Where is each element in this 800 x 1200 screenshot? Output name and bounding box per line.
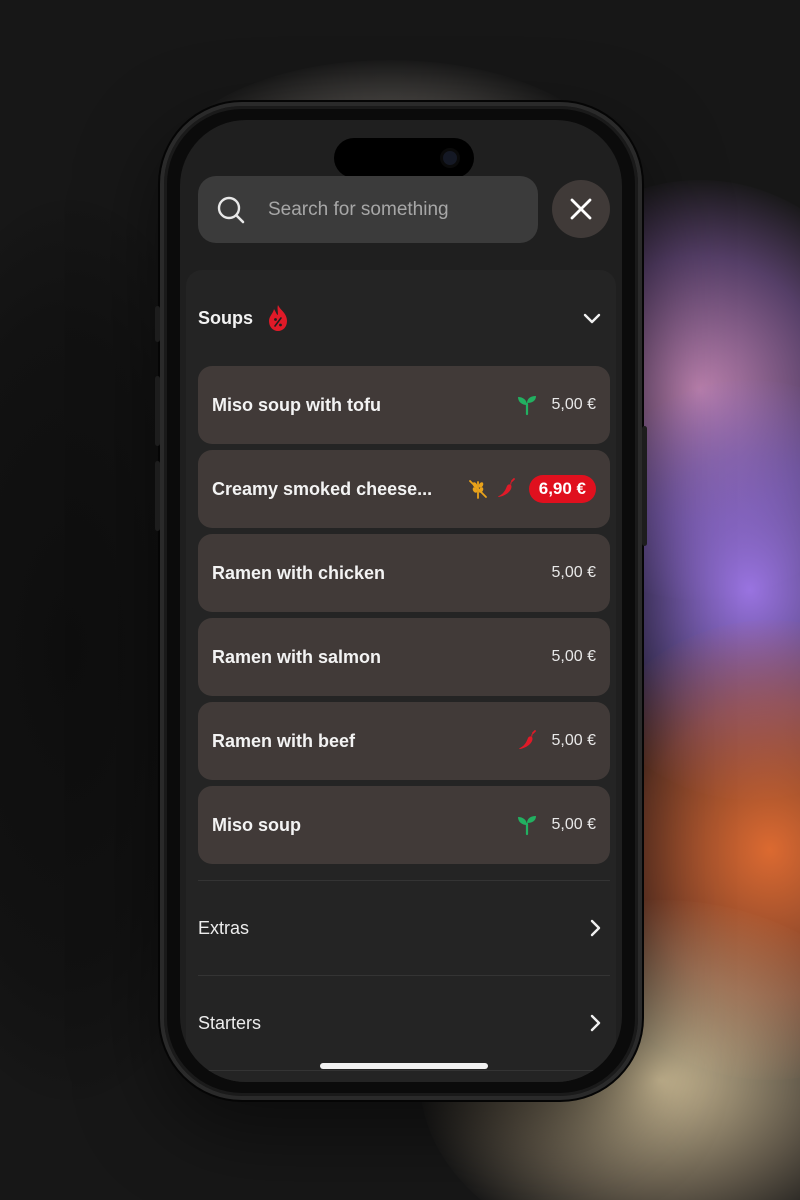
phone-volume-up [155,376,160,446]
sprout-icon [517,816,536,836]
fire-icon [269,305,288,331]
menu-item[interactable]: Miso soup with tofu 5,00 € [198,366,610,444]
menu-item-name: Miso soup with tofu [212,394,381,415]
sprout-icon [517,396,536,416]
menu-item[interactable]: Miso soup 5,00 € [198,786,610,864]
menu-item-price: 5,00 € [551,396,596,413]
section-title: Soups [198,307,254,328]
menu-item-name: Ramen with chicken [212,562,386,583]
divider [198,1070,610,1071]
phone-action-button [155,306,160,342]
category-row-extras[interactable]: Extras [198,898,610,958]
menu-item-name: Miso soup [212,814,301,835]
menu-item-name: Ramen with salmon [212,646,382,667]
menu-item-name: Creamy smoked cheese... [212,478,433,499]
menu-item[interactable]: Ramen with beef 5,00 € [198,702,610,780]
chevron-right-icon [590,919,601,937]
gluten-free-icon [468,480,487,499]
close-icon [570,198,592,220]
close-search-button[interactable] [552,180,610,238]
chili-icon [497,478,515,497]
search-input[interactable] [268,198,518,221]
chevron-down-icon[interactable] [582,308,602,328]
home-indicator[interactable] [320,1063,488,1069]
dynamic-island [334,138,474,178]
search-bar[interactable] [198,176,538,243]
menu-item-price-badge: 6,90 € [528,475,596,503]
phone-volume-down [155,461,160,531]
menu-item-price: 5,00 € [551,564,596,581]
menu-panel: Soups Miso soup with tofu 5,00 € Creamy … [186,270,616,1082]
phone-screen: Soups Miso soup with tofu [180,120,622,1082]
divider [198,975,610,976]
chili-icon [518,730,536,749]
category-label: Starters [198,1012,262,1033]
menu-item-price: 5,00 € [551,732,596,749]
category-row-starters[interactable]: Starters [198,993,610,1053]
phone-frame: Soups Miso soup with tofu [155,102,647,1100]
search-icon [217,196,245,223]
menu-item-price: 5,00 € [551,648,596,665]
chevron-right-icon [590,1014,601,1032]
divider [198,880,610,881]
camera-lens [440,148,460,168]
menu-item[interactable]: Ramen with chicken 5,00 € [198,534,610,612]
menu-item[interactable]: Creamy smoked cheese... 6,90 € [198,450,610,528]
section-header-soups[interactable]: Soups [198,292,608,344]
phone-power-button [642,426,647,546]
menu-item-price: 5,00 € [551,816,596,833]
category-label: Extras [198,917,250,938]
menu-item[interactable]: Ramen with salmon 5,00 € [198,618,610,696]
menu-item-name: Ramen with beef [212,730,356,751]
